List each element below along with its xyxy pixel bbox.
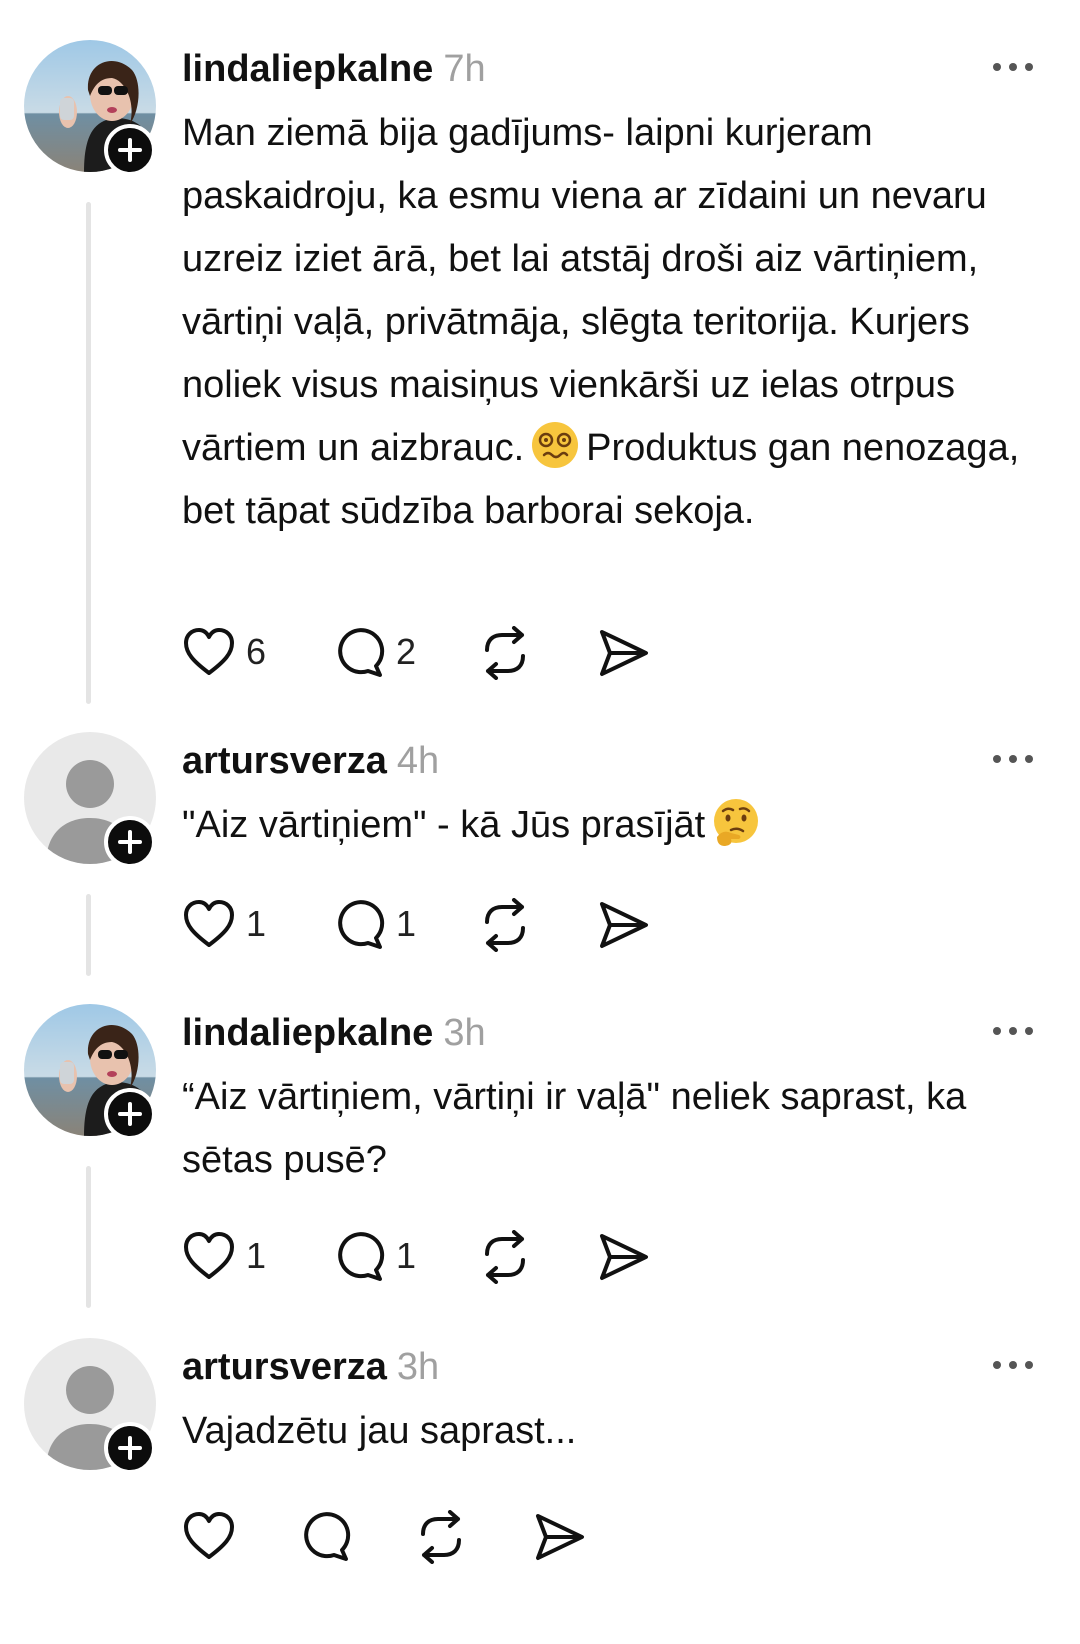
repost-icon	[485, 626, 525, 680]
reply-button[interactable]	[298, 1510, 352, 1564]
repost-icon	[485, 898, 525, 952]
thread-line	[86, 894, 91, 976]
action-bar	[182, 1510, 882, 1564]
reply-button[interactable]: 1	[332, 898, 422, 952]
timestamp: 4h	[396, 740, 440, 782]
post-text-main: “Aiz vārtiņiem, vārtiņi ir vaļā" neliek …	[182, 1076, 967, 1181]
like-count: 1	[246, 903, 267, 944]
like-count: 1	[246, 1235, 267, 1276]
follow-button[interactable]	[104, 124, 156, 176]
send-icon	[600, 1234, 648, 1280]
more-options-icon	[993, 63, 1033, 71]
repost-icon	[485, 1230, 525, 1284]
more-options-button[interactable]	[990, 60, 1036, 74]
share-button[interactable]	[596, 1230, 650, 1284]
share-button[interactable]	[532, 1510, 586, 1564]
comment-icon	[338, 628, 385, 677]
send-icon	[600, 630, 648, 676]
reply-count: 1	[396, 903, 417, 944]
action-bar: 1 1	[182, 1230, 882, 1284]
plus-icon	[118, 138, 142, 162]
post-text: Vajadzētu jau saprast...	[182, 1400, 1062, 1463]
follow-button[interactable]	[104, 1088, 156, 1140]
action-bar: 6 2	[182, 626, 882, 680]
plus-icon	[118, 1436, 142, 1460]
username[interactable]: artursverza	[182, 1346, 387, 1388]
username[interactable]: lindaliepkalne	[182, 1012, 433, 1054]
like-button[interactable]: 6	[182, 626, 272, 680]
repost-button[interactable]	[478, 626, 532, 680]
post-text-main: Vajadzētu jau saprast...	[182, 1410, 577, 1452]
more-options-button[interactable]	[990, 752, 1036, 766]
comment-icon	[338, 1232, 385, 1281]
share-button[interactable]	[596, 626, 650, 680]
like-button[interactable]: 1	[182, 1230, 272, 1284]
heart-icon	[184, 1512, 234, 1559]
like-button[interactable]: 1	[182, 898, 272, 952]
action-bar: 1 1	[182, 898, 882, 952]
thinking-face-emoji	[711, 797, 761, 847]
thread-line	[86, 202, 91, 704]
more-options-icon	[993, 1361, 1033, 1369]
follow-button[interactable]	[104, 816, 156, 868]
repost-button[interactable]	[414, 1510, 468, 1564]
reply-button[interactable]: 2	[332, 626, 422, 680]
post-header: artursverza 3h	[182, 1344, 439, 1390]
reply-button[interactable]: 1	[332, 1230, 422, 1284]
thread-line	[86, 1166, 91, 1308]
timestamp: 3h	[443, 1012, 486, 1054]
post-header: artursverza 4h	[182, 738, 439, 784]
post-text: “Aiz vārtiņiem, vārtiņi ir vaļā" neliek …	[182, 1066, 1062, 1192]
like-button[interactable]	[182, 1510, 236, 1564]
repost-button[interactable]	[478, 898, 532, 952]
plus-icon	[118, 830, 142, 854]
more-options-icon	[993, 755, 1033, 763]
woozy-face-emoji	[530, 420, 580, 470]
follow-button[interactable]	[104, 1422, 156, 1474]
send-icon	[536, 1514, 584, 1560]
more-options-icon	[993, 1027, 1033, 1035]
heart-icon	[184, 628, 234, 675]
heart-icon	[184, 900, 234, 947]
comment-icon	[338, 900, 385, 949]
post-text: Man ziemā bija gadījums- laipni kurjeram…	[182, 102, 1062, 543]
post-text-main: "Aiz vārtiņiem" - kā Jūs prasījāt	[182, 804, 706, 846]
timestamp: 7h	[443, 48, 486, 90]
reply-count: 2	[396, 631, 417, 672]
post-header: lindaliepkalne 7h	[182, 46, 486, 92]
timestamp: 3h	[396, 1346, 440, 1388]
comment-icon	[304, 1512, 351, 1561]
share-button[interactable]	[596, 898, 650, 952]
more-options-button[interactable]	[990, 1358, 1036, 1372]
heart-icon	[184, 1232, 234, 1279]
username[interactable]: lindaliepkalne	[182, 48, 433, 90]
repost-icon	[421, 1510, 461, 1564]
plus-icon	[118, 1102, 142, 1126]
more-options-button[interactable]	[990, 1024, 1036, 1038]
post-text: "Aiz vārtiņiem" - kā Jūs prasījāt	[182, 794, 1062, 857]
like-count: 6	[246, 631, 267, 672]
reply-count: 1	[396, 1235, 417, 1276]
send-icon	[600, 902, 648, 948]
post-text-main: Man ziemā bija gadījums- laipni kurjeram…	[182, 112, 987, 469]
post-header: lindaliepkalne 3h	[182, 1010, 486, 1056]
repost-button[interactable]	[478, 1230, 532, 1284]
username[interactable]: artursverza	[182, 740, 387, 782]
